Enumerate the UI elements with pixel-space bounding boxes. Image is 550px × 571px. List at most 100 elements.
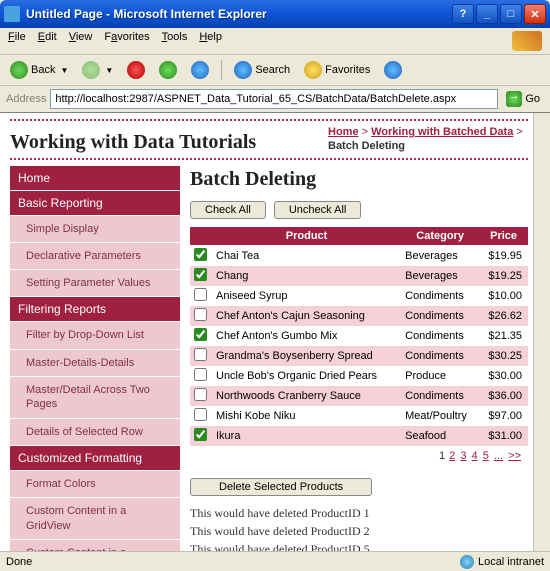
sidebar-item[interactable]: Format Colors [10,471,180,498]
col-price: Price [479,227,528,246]
sidebar-section[interactable]: Basic Reporting [10,191,180,216]
refresh-button[interactable] [155,59,181,81]
search-button[interactable]: Search [230,59,294,81]
cell-product: Chef Anton's Gumbo Mix [212,326,401,346]
chevron-down-icon: ▼ [60,66,68,75]
pager-page[interactable]: 3 [460,450,466,462]
sidebar-item[interactable]: Declarative Parameters [10,243,180,270]
check-all-button[interactable]: Check All [190,201,266,219]
cell-category: Seafood [401,426,479,446]
cell-product: Mishi Kobe Niku [212,406,401,426]
row-checkbox[interactable] [194,388,207,401]
table-row: IkuraSeafood$31.00 [190,426,528,446]
breadcrumb-section[interactable]: Working with Batched Data [371,126,513,138]
sidebar-item[interactable]: Setting Parameter Values [10,270,180,297]
search-icon [234,61,252,79]
row-checkbox[interactable] [194,428,207,441]
breadcrumb-home[interactable]: Home [328,126,359,138]
delete-selected-button[interactable]: Delete Selected Products [190,478,372,496]
sidebar-item[interactable]: Custom Content in a [10,540,180,551]
close-button[interactable]: ✕ [524,4,546,24]
menu-edit[interactable]: Edit [38,31,57,51]
sidebar-item[interactable]: Master-Details-Details [10,350,180,377]
cell-price: $30.25 [479,346,528,366]
row-checkbox[interactable] [194,368,207,381]
cell-price: $19.95 [479,245,528,266]
back-icon [10,61,28,79]
maximize-button[interactable]: □ [500,4,522,24]
table-row: Aniseed SyrupCondiments$10.00 [190,286,528,306]
home-button[interactable] [187,59,213,81]
row-checkbox[interactable] [194,268,207,281]
uncheck-all-button[interactable]: Uncheck All [274,201,361,219]
cell-price: $36.00 [479,386,528,406]
go-label: Go [525,93,540,105]
toolbar: Back ▼ ▼ Search Favorites [0,55,550,86]
result-message: This would have deleted ProductID 5 [190,542,528,551]
pager-page[interactable]: 2 [449,450,455,462]
row-checkbox[interactable] [194,348,207,361]
cell-category: Condiments [401,346,479,366]
sidebar-item[interactable]: Simple Display [10,216,180,243]
table-row: Chef Anton's Gumbo MixCondiments$21.35 [190,326,528,346]
sidebar-item[interactable]: Details of Selected Row [10,419,180,446]
row-checkbox[interactable] [194,248,207,261]
search-label: Search [255,64,290,76]
cell-category: Condiments [401,386,479,406]
result-message: This would have deleted ProductID 1 [190,506,528,521]
sidebar-item[interactable]: Custom Content in a GridView [10,498,180,540]
menu-tools[interactable]: Tools [162,31,188,51]
ie-icon [4,6,20,22]
menu-view[interactable]: View [69,31,93,51]
cell-price: $19.25 [479,266,528,286]
cell-price: $26.62 [479,306,528,326]
stop-button[interactable] [123,59,149,81]
media-button[interactable] [380,59,406,81]
addressbar: Address Go [0,86,550,113]
star-icon [304,61,322,79]
row-checkbox[interactable] [194,288,207,301]
sidebar-item[interactable]: Filter by Drop-Down List [10,322,180,349]
forward-button[interactable]: ▼ [78,59,117,81]
go-button[interactable]: Go [502,89,544,109]
table-row: Chef Anton's Cajun SeasoningCondiments$2… [190,306,528,326]
cell-price: $31.00 [479,426,528,446]
pager-ellipsis[interactable]: ... [494,450,503,462]
cell-product: Northwoods Cranberry Sauce [212,386,401,406]
pager-next[interactable]: >> [508,450,521,462]
back-label: Back [31,64,55,76]
sidebar-section[interactable]: Filtering Reports [10,297,180,322]
row-checkbox[interactable] [194,308,207,321]
row-checkbox[interactable] [194,328,207,341]
minimize-button[interactable]: _ [476,4,498,24]
menu-favorites[interactable]: Favorites [104,31,149,51]
col-checkbox [190,227,212,246]
ie-logo-icon [512,31,542,51]
address-input[interactable] [50,89,498,109]
pager-page[interactable]: 4 [472,450,478,462]
cell-category: Condiments [401,306,479,326]
menu-file[interactable]: File [8,31,26,51]
pager-current: 1 [439,450,445,462]
sidebar-section[interactable]: Home [10,166,180,191]
table-row: Chai TeaBeverages$19.95 [190,245,528,266]
row-checkbox[interactable] [194,408,207,421]
statusbar: Done Local intranet [0,551,550,571]
cell-product: Ikura [212,426,401,446]
help-button[interactable]: ? [452,4,474,24]
back-button[interactable]: Back ▼ [6,59,72,81]
separator [221,60,222,80]
menu-help[interactable]: Help [199,31,222,51]
go-icon [506,91,522,107]
sidebar-item[interactable]: Master/Detail Across Two Pages [10,377,180,419]
pager-page[interactable]: 5 [483,450,489,462]
cell-product: Chef Anton's Cajun Seasoning [212,306,401,326]
sidebar: HomeBasic ReportingSimple DisplayDeclara… [10,166,180,551]
window-titlebar: Untitled Page - Microsoft Internet Explo… [0,0,550,28]
sidebar-section[interactable]: Customized Formatting [10,446,180,471]
zone-icon [460,555,474,569]
forward-icon [82,61,100,79]
cell-category: Meat/Poultry [401,406,479,426]
products-grid: Product Category Price Chai TeaBeverages… [190,227,528,446]
favorites-button[interactable]: Favorites [300,59,374,81]
